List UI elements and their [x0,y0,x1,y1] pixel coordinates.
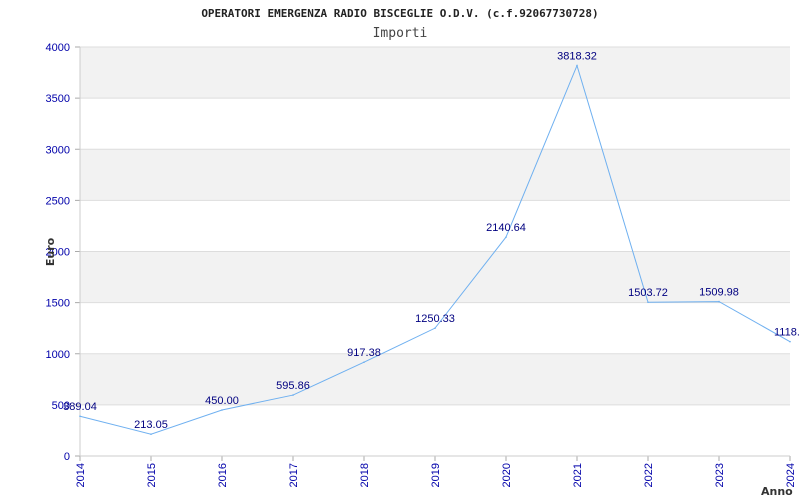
x-tick-label: 2016 [217,463,229,487]
y-tick-label: 0 [64,451,70,463]
grid-band [80,47,790,99]
data-label: 2140.64 [486,222,526,234]
x-tick-label: 2024 [785,463,797,487]
x-tick-label: 2023 [714,463,726,487]
x-tick-label: 2022 [643,463,655,487]
data-point [221,409,223,411]
grid-band [80,98,790,150]
grid-band [80,251,790,303]
x-tick-label: 2019 [430,463,442,487]
data-label: 213.05 [134,419,168,431]
x-tick-label: 2015 [146,463,158,487]
grid-band [80,353,790,405]
data-label: 389.04 [63,401,97,413]
x-tick-label: 2014 [75,463,87,487]
chart: 05001000150020002500300035004000 2014 201… [44,7,800,498]
data-point [718,300,720,303]
x-tick-label: 2018 [359,463,371,487]
y-tick-label: 3000 [46,144,70,156]
data-label: 1503.72 [628,287,668,299]
y-tick-label: 4000 [46,42,70,54]
y-axis-title: Euro [44,237,57,266]
grid-band [80,200,790,252]
data-point [434,327,436,329]
chart-subtitle: Importi [373,26,428,41]
chart-title: OPERATORI EMERGENZA RADIO BISCEGLIE O.D.… [201,7,598,20]
data-point [576,64,578,67]
data-point [363,361,365,363]
x-tick-labels: 2014 2015 2016 2017 2018 2019 2020 2021 2022 2023… [75,463,797,487]
x-axis-title: Anno [761,485,793,498]
y-tick-label: 1000 [46,349,70,361]
data-label: 1250.33 [415,313,455,325]
data-label: 917.38 [347,347,381,359]
data-label: 595.86 [276,380,310,392]
grid-band [80,404,790,456]
data-label: 1509.98 [699,287,739,299]
data-label: 3818.32 [557,51,597,63]
data-point [292,394,294,396]
y-tick-label: 2500 [46,195,70,207]
data-point [789,340,791,343]
data-point [505,236,507,238]
x-tick-label: 2021 [572,463,584,487]
grid-band [80,149,790,201]
data-point [647,301,649,304]
data-label: 450.00 [205,395,239,407]
data-label: 1118.1 [774,327,800,339]
data-point [79,415,81,418]
data-point [150,433,152,436]
y-tick-label: 3500 [46,93,70,105]
x-tick-label: 2017 [288,463,300,487]
y-tick-label: 1500 [46,298,70,310]
x-tick-label: 2020 [501,463,513,487]
